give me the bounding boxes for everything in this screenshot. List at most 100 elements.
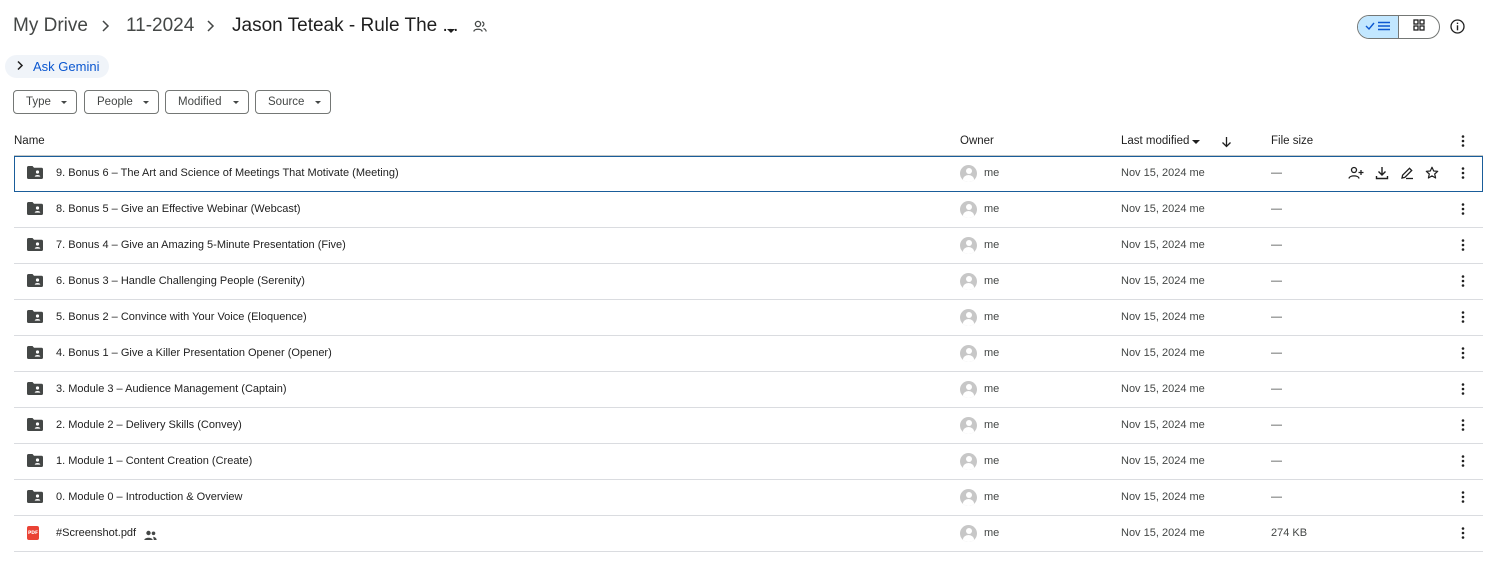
filter-modified[interactable]: Modified xyxy=(165,90,249,114)
avatar xyxy=(960,453,977,470)
owner-name: me xyxy=(984,275,1000,287)
table-row[interactable]: 5. Bonus 2 – Convince with Your Voice (E… xyxy=(14,300,1483,336)
file-name[interactable]: 5. Bonus 2 – Convince with Your Voice (E… xyxy=(56,311,307,323)
avatar xyxy=(960,489,977,506)
column-header-last-modified[interactable]: Last modified xyxy=(1121,135,1189,147)
file-size: 274 KB xyxy=(1271,527,1308,539)
caret-down-icon xyxy=(143,101,149,104)
file-name[interactable]: 7. Bonus 4 – Give an Amazing 5-Minute Pr… xyxy=(56,239,346,251)
grid-view-icon xyxy=(1413,18,1425,36)
owner-name: me xyxy=(984,311,1000,323)
download-icon[interactable] xyxy=(1375,166,1389,185)
more-vert-icon[interactable] xyxy=(1457,382,1469,401)
breadcrumb-folder-11-2024[interactable]: 11-2024 xyxy=(126,15,194,37)
avatar xyxy=(960,525,977,542)
file-size: — xyxy=(1271,347,1282,359)
table-row[interactable]: 2. Module 2 – Delivery Skills (Convey) me… xyxy=(14,408,1483,444)
file-size: — xyxy=(1271,167,1282,179)
filter-type[interactable]: Type xyxy=(13,90,77,114)
table-row[interactable]: 1. Module 1 – Content Creation (Create) m… xyxy=(14,444,1483,480)
owner-name: me xyxy=(984,527,1000,539)
more-vert-icon[interactable] xyxy=(1457,310,1469,329)
sort-arrow-down-icon[interactable] xyxy=(1221,135,1232,153)
table-row[interactable]: 0. Module 0 – Introduction & Overview me N… xyxy=(14,480,1483,516)
share-icon[interactable] xyxy=(1348,166,1364,185)
chevron-right-icon xyxy=(16,58,24,76)
caret-down-icon[interactable] xyxy=(1192,140,1200,144)
more-vert-icon[interactable] xyxy=(1457,238,1469,257)
file-name[interactable]: 6. Bonus 3 – Handle Challenging People (… xyxy=(56,275,305,287)
list-view-button[interactable] xyxy=(1358,16,1399,38)
table-row[interactable]: 9. Bonus 6 – The Art and Science of Meet… xyxy=(14,156,1483,192)
file-name[interactable]: 2. Module 2 – Delivery Skills (Convey) xyxy=(56,419,242,431)
file-size: — xyxy=(1271,275,1282,287)
info-icon[interactable] xyxy=(1449,18,1466,40)
caret-down-icon xyxy=(61,101,67,104)
table-row[interactable]: 3. Module 3 – Audience Management (Capta… xyxy=(14,372,1483,408)
breadcrumb-current-folder[interactable]: Jason Teteak - Rule The ... xyxy=(232,15,458,37)
more-vert-icon[interactable] xyxy=(1457,526,1469,545)
row-actions xyxy=(1348,166,1439,185)
shared-folder-icon xyxy=(27,490,43,508)
file-size: — xyxy=(1271,239,1282,251)
more-vert-icon[interactable] xyxy=(1457,166,1469,185)
file-size: — xyxy=(1271,419,1282,431)
filter-label: Type xyxy=(26,96,51,108)
avatar xyxy=(960,417,977,434)
rename-icon[interactable] xyxy=(1400,166,1414,185)
grid-view-button[interactable] xyxy=(1399,16,1440,38)
last-modified: Nov 15, 2024 me xyxy=(1121,167,1205,179)
more-vert-icon[interactable] xyxy=(1457,490,1469,509)
file-size: — xyxy=(1271,491,1282,503)
more-vert-icon[interactable] xyxy=(1457,274,1469,293)
file-name[interactable]: 1. Module 1 – Content Creation (Create) xyxy=(56,455,252,467)
more-vert-icon[interactable] xyxy=(1457,134,1469,153)
owner-name: me xyxy=(984,167,1000,179)
filter-label: Modified xyxy=(178,96,222,108)
more-vert-icon[interactable] xyxy=(1457,454,1469,473)
shared-folder-icon xyxy=(27,418,43,436)
file-name[interactable]: 8. Bonus 5 – Give an Effective Webinar (… xyxy=(56,203,301,215)
owner-name: me xyxy=(984,455,1000,467)
more-vert-icon[interactable] xyxy=(1457,418,1469,437)
shared-people-icon[interactable] xyxy=(473,20,487,38)
file-size: — xyxy=(1271,203,1282,215)
caret-down-icon xyxy=(315,101,321,104)
shared-folder-icon xyxy=(27,202,43,220)
ask-gemini-button[interactable]: Ask Gemini xyxy=(5,55,109,78)
last-modified: Nov 15, 2024 me xyxy=(1121,455,1205,467)
last-modified: Nov 15, 2024 me xyxy=(1121,383,1205,395)
chevron-right-icon xyxy=(100,19,110,33)
caret-down-icon[interactable] xyxy=(446,22,456,40)
owner-name: me xyxy=(984,491,1000,503)
file-name[interactable]: 9. Bonus 6 – The Art and Science of Meet… xyxy=(56,167,399,179)
filter-label: Source xyxy=(268,96,305,108)
shared-folder-icon xyxy=(27,346,43,364)
shared-folder-icon xyxy=(27,274,43,292)
shared-folder-icon xyxy=(27,166,43,184)
file-name[interactable]: 3. Module 3 – Audience Management (Capta… xyxy=(56,383,287,395)
filter-source[interactable]: Source xyxy=(255,90,331,114)
file-name[interactable]: #Screenshot.pdf xyxy=(56,527,136,539)
column-header-name[interactable]: Name xyxy=(14,135,45,147)
last-modified: Nov 15, 2024 me xyxy=(1121,239,1205,251)
star-icon[interactable] xyxy=(1425,166,1439,185)
filter-people[interactable]: People xyxy=(84,90,159,114)
owner-name: me xyxy=(984,383,1000,395)
file-name[interactable]: 0. Module 0 – Introduction & Overview xyxy=(56,491,242,503)
table-row[interactable]: 6. Bonus 3 – Handle Challenging People (… xyxy=(14,264,1483,300)
caret-down-icon xyxy=(233,101,239,104)
file-size: — xyxy=(1271,455,1282,467)
owner-name: me xyxy=(984,419,1000,431)
table-row[interactable]: 4. Bonus 1 – Give a Killer Presentation … xyxy=(14,336,1483,372)
file-name[interactable]: 4. Bonus 1 – Give a Killer Presentation … xyxy=(56,347,332,359)
table-row[interactable]: 7. Bonus 4 – Give an Amazing 5-Minute Pr… xyxy=(14,228,1483,264)
breadcrumb-my-drive[interactable]: My Drive xyxy=(13,15,88,37)
table-row[interactable]: 8. Bonus 5 – Give an Effective Webinar (… xyxy=(14,192,1483,228)
pdf-badge: PDF xyxy=(27,526,39,540)
more-vert-icon[interactable] xyxy=(1457,346,1469,365)
more-vert-icon[interactable] xyxy=(1457,202,1469,221)
column-header-owner[interactable]: Owner xyxy=(960,135,994,147)
table-row[interactable]: PDF #Screenshot.pdf me Nov 15, 2024 me 274 K… xyxy=(14,516,1483,552)
column-header-file-size[interactable]: File size xyxy=(1271,135,1313,147)
